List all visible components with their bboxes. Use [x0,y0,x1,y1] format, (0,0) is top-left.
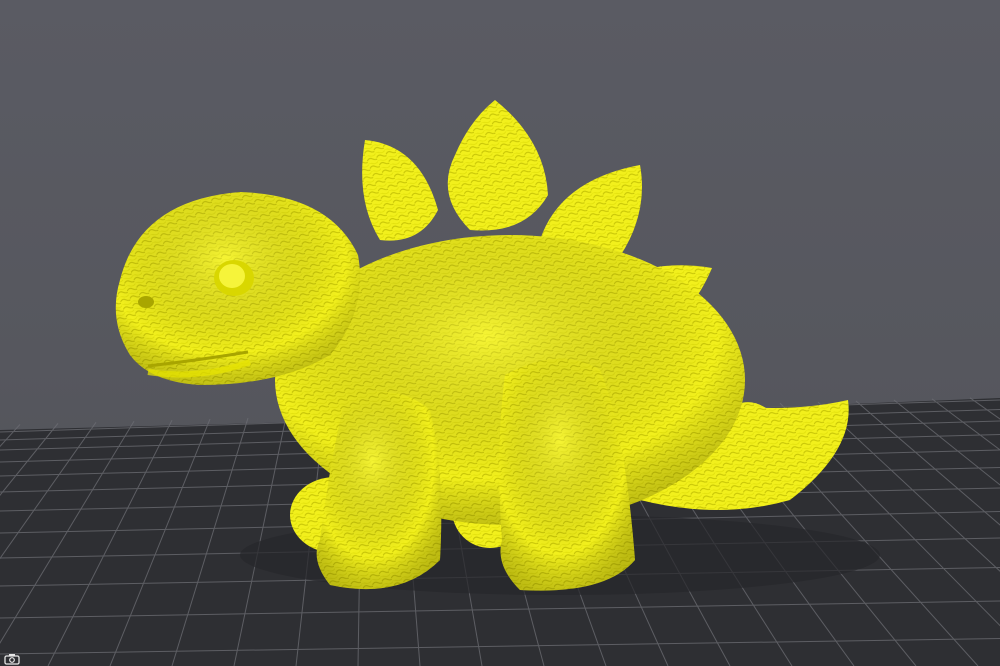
camera-icon[interactable] [2,652,22,666]
nostril [138,296,154,308]
3d-viewport[interactable] [0,0,1000,666]
head [115,192,361,385]
dinosaur-model[interactable] [0,0,1000,666]
eye [219,264,245,288]
